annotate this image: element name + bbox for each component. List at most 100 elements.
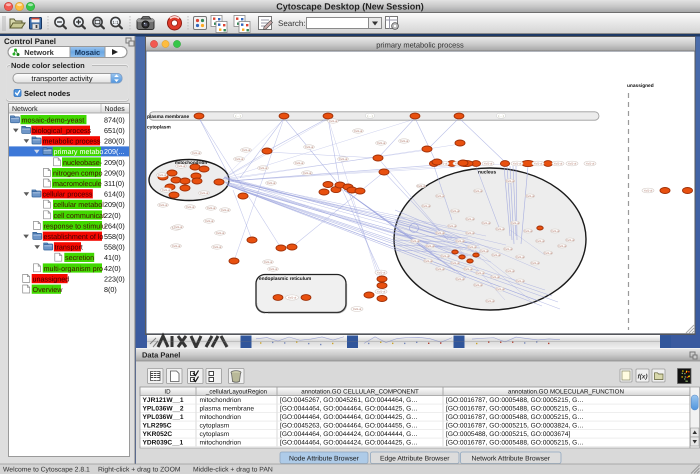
svg-text:Yal1-al: Yal1-al	[377, 142, 386, 146]
svg-text:Yal1-al: Yal1-al	[534, 162, 543, 166]
svg-text:Yal1-al: Yal1-al	[516, 280, 525, 284]
svg-text:YJR121W__1: YJR121W__1	[143, 397, 184, 404]
svg-text:Network Attribute Browser: Network Attribute Browser	[471, 455, 550, 462]
svg-text:mosaic-demo-yeast: mosaic-demo-yeast	[22, 115, 85, 124]
svg-text:Yal1-al: Yal1-al	[174, 226, 183, 230]
svg-text:Yal1-al: Yal1-al	[305, 146, 314, 150]
svg-text:cytoplasm: cytoplasm	[200, 431, 230, 438]
svg-text:209(0): 209(0)	[104, 200, 125, 209]
svg-text:Yal1-al: Yal1-al	[492, 254, 501, 258]
svg-text:Yal1-al: Yal1-al	[486, 300, 495, 304]
svg-text:Yal1-al: Yal1-al	[162, 189, 171, 193]
svg-text:Yal1-al: Yal1-al	[424, 260, 433, 264]
svg-text:annotation.GO MOLECULAR_FUNCTI: annotation.GO MOLECULAR_FUNCTION	[508, 389, 624, 396]
svg-text:mitochondrion: mitochondrion	[200, 414, 242, 421]
svg-text:223(0): 223(0)	[104, 274, 125, 283]
svg-text:response to stimulu: response to stimulu	[44, 221, 106, 230]
svg-text:311(0): 311(0)	[104, 179, 124, 188]
svg-text:Yal1-al: Yal1-al	[411, 240, 420, 244]
svg-text:secretion: secretion	[65, 253, 94, 262]
svg-text:Yal1-al: Yal1-al	[468, 246, 477, 250]
svg-text:Search:: Search:	[278, 19, 306, 28]
svg-text:Yal1-al: Yal1-al	[436, 232, 445, 236]
svg-text:Yal1-al: Yal1-al	[466, 232, 475, 236]
svg-text:Yal1-al: Yal1-al	[339, 158, 348, 162]
svg-text:ID: ID	[164, 389, 171, 396]
svg-text:macromolecule: macromolecule	[53, 179, 102, 188]
svg-text:unassigned: unassigned	[33, 274, 70, 283]
svg-text:Yal1-al: Yal1-al	[377, 290, 386, 294]
svg-text:YPL036W__1: YPL036W__1	[143, 414, 184, 421]
svg-text:Yal1-al: Yal1-al	[644, 189, 653, 193]
svg-text:nucleus: nucleus	[478, 170, 496, 176]
svg-text:209(0): 209(0)	[104, 168, 125, 177]
svg-text:Mosaic: Mosaic	[75, 48, 100, 57]
svg-text:Yal1-al: Yal1-al	[303, 172, 312, 176]
svg-text:transport: transport	[55, 243, 83, 252]
svg-text:Yal1-al: Yal1-al	[400, 140, 409, 144]
svg-text:Right-click + drag to ZOOM: Right-click + drag to ZOOM	[98, 467, 181, 474]
svg-text:Middle-click + drag to PAN: Middle-click + drag to PAN	[193, 467, 273, 474]
svg-text:614(0): 614(0)	[104, 190, 125, 199]
svg-text:Network: Network	[24, 48, 54, 57]
svg-text:Yal1-al: Yal1-al	[259, 167, 268, 171]
svg-text:Yal1-al: Yal1-al	[264, 261, 273, 265]
svg-text:Yal1-al: Yal1-al	[205, 220, 214, 224]
svg-text:Yal1-al: Yal1-al	[506, 270, 515, 274]
svg-text:Yal1-al: Yal1-al	[586, 162, 595, 166]
svg-text:nitrogen compo: nitrogen compo	[53, 168, 103, 177]
svg-text:558(0): 558(0)	[104, 243, 125, 252]
svg-text:cellular process: cellular process	[43, 190, 93, 199]
svg-text:209(...: 209(...	[104, 147, 124, 156]
svg-text:[GO:0016787, GO:0005488, GO:00: [GO:0016787, GO:0005488, GO:0005215, G…	[446, 414, 584, 421]
svg-text:Yal1-al: Yal1-al	[531, 262, 540, 266]
svg-text:Network: Network	[12, 105, 38, 113]
svg-text:[GO:0016787, GO:0005488, GO:00: [GO:0016787, GO:0005488, GO:0005215, G…	[446, 439, 584, 446]
svg-text:YDR039C__1: YDR039C__1	[143, 439, 184, 446]
svg-text:Yal1-al: Yal1-al	[484, 162, 493, 166]
svg-text:1:1: 1:1	[112, 20, 119, 25]
svg-text:[GO:0044464, GO:0044424, GO:00: [GO:0044464, GO:0044424, GO:0044444, G…	[280, 431, 418, 438]
svg-text:primary metabo: primary metabo	[54, 147, 104, 156]
svg-text:YKR052C: YKR052C	[143, 431, 173, 438]
svg-text:Data Panel: Data Panel	[142, 351, 180, 360]
svg-text:[GO:0016787, GO:0005488, GO:00: [GO:0016787, GO:0005488, GO:0005215, G…	[446, 405, 584, 412]
svg-text:Yal1-al: Yal1-al	[200, 192, 209, 196]
svg-text:cytoplasm: cytoplasm	[147, 125, 171, 131]
svg-text:annotation.GO CELLULAR_COMPONE: annotation.GO CELLULAR_COMPONENT	[301, 389, 419, 396]
svg-text:Yal1-al: Yal1-al	[436, 268, 445, 272]
svg-text:Yal1-al: Yal1-al	[426, 245, 435, 249]
svg-text:Nodes: Nodes	[105, 105, 126, 113]
svg-text:mitochondrion: mitochondrion	[200, 439, 242, 446]
svg-text:YPL036W__2: YPL036W__2	[143, 405, 184, 412]
svg-text:multi-organism pro: multi-organism pro	[44, 264, 104, 273]
svg-text:Yal1-al: Yal1-al	[451, 210, 460, 214]
svg-text:Yal1-al: Yal1-al	[474, 284, 483, 288]
svg-text:Yal1-al: Yal1-al	[448, 225, 457, 229]
svg-text:Yal1-al: Yal1-al	[354, 130, 363, 134]
svg-text:metabolic process: metabolic process	[43, 137, 101, 146]
svg-text:Yal1-al: Yal1-al	[456, 240, 465, 244]
svg-text:Yal1-al: Yal1-al	[482, 222, 491, 226]
svg-text:Yal1-al: Yal1-al	[242, 149, 251, 153]
svg-text:Yal1-al: Yal1-al	[422, 205, 431, 209]
svg-text:42(0): 42(0)	[104, 264, 121, 273]
svg-text:endoplasmic reticulum: endoplasmic reticulum	[259, 276, 311, 282]
svg-text:cellular metabol: cellular metabol	[54, 200, 105, 209]
svg-text:mitochondrion: mitochondrion	[175, 160, 207, 165]
svg-text:Yal1-al: Yal1-al	[353, 308, 362, 312]
svg-text:transporter activity: transporter activity	[31, 74, 93, 83]
svg-text:Yal1-al: Yal1-al	[476, 272, 485, 276]
svg-text:Yal1-al: Yal1-al	[526, 195, 535, 199]
svg-text:Yal1-al: Yal1-al	[496, 288, 505, 292]
svg-text:YLR295C: YLR295C	[143, 422, 172, 429]
svg-text:Yal1-al: Yal1-al	[466, 218, 475, 222]
svg-text:Yal1-al: Yal1-al	[513, 162, 522, 166]
svg-text:plasma membrane: plasma membrane	[147, 114, 189, 120]
svg-text:nucleobase-: nucleobase-	[63, 158, 103, 167]
svg-text:(…): (…)	[367, 115, 372, 119]
svg-text:Cytoscape Desktop (New Session: Cytoscape Desktop (New Session)	[276, 2, 424, 12]
svg-text:Node Attribute Browser: Node Attribute Browser	[289, 455, 360, 462]
svg-text:Node color selection: Node color selection	[11, 61, 85, 70]
svg-text:Yal1-al: Yal1-al	[464, 268, 473, 272]
